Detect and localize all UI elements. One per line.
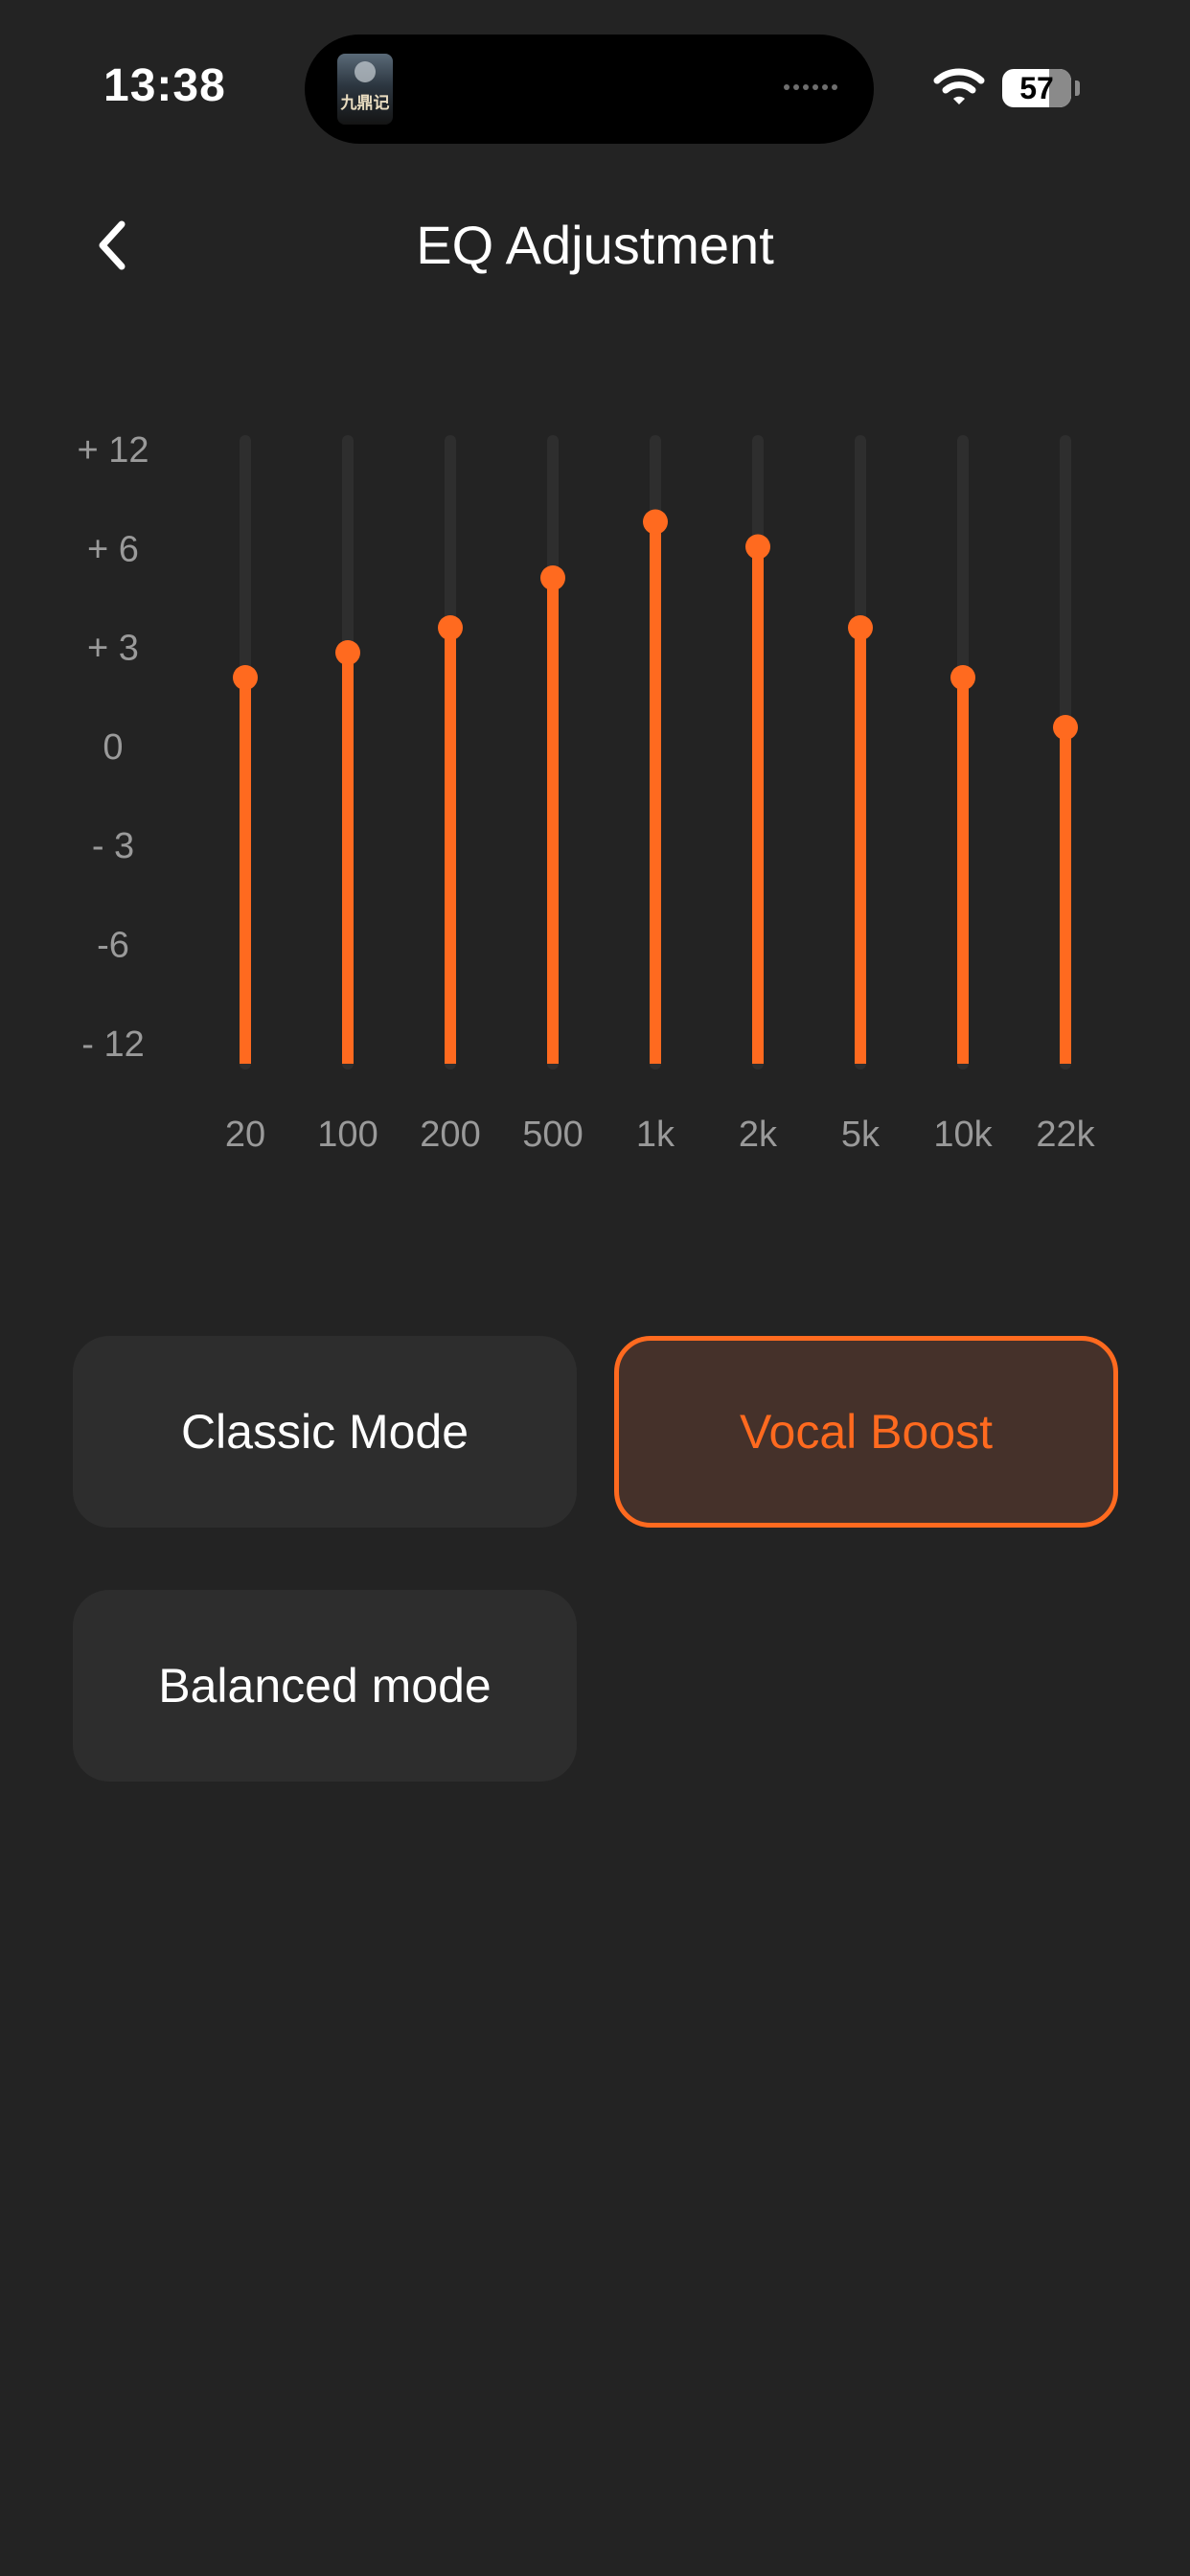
y-tick-label: 0	[103, 727, 123, 768]
y-tick-label: - 3	[92, 826, 134, 866]
y-tick-label: + 6	[87, 529, 139, 569]
eq-slider-knob-20[interactable]	[233, 665, 258, 690]
eq-slider-knob-100[interactable]	[335, 640, 360, 665]
frequency-label: 500	[522, 1115, 583, 1155]
eq-slider-knob-10k[interactable]	[950, 665, 975, 690]
frequency-label: 200	[420, 1115, 480, 1155]
classic-mode-button[interactable]: Classic Mode	[73, 1336, 577, 1528]
frequency-label: 20	[225, 1115, 265, 1155]
frequency-label: 2k	[739, 1115, 778, 1155]
y-tick-label: -6	[97, 926, 129, 966]
balanced-mode-button[interactable]: Balanced mode	[73, 1590, 577, 1782]
vocal-boost-button[interactable]: Vocal Boost	[614, 1336, 1118, 1528]
eq-slider-knob-500[interactable]	[540, 565, 565, 590]
y-tick-label: - 12	[81, 1024, 144, 1065]
eq-slider-knob-1k[interactable]	[643, 509, 668, 535]
frequency-label: 100	[317, 1115, 378, 1155]
frequency-label: 5k	[841, 1115, 881, 1155]
eq-slider-knob-22k[interactable]	[1053, 715, 1078, 740]
eq-slider-knob-2k[interactable]	[745, 534, 770, 560]
y-tick-label: + 12	[77, 430, 149, 471]
frequency-label: 1k	[636, 1115, 675, 1155]
eq-chart: + 12 + 6 + 3 0 - 3 -6 - 12 20 100 200 500 1k 2k 5k 10k…	[77, 430, 1095, 1155]
frequency-label: 22k	[1036, 1115, 1095, 1155]
eq-slider-knob-200[interactable]	[438, 615, 463, 640]
frequency-label: 10k	[933, 1115, 993, 1155]
eq-slider-knob-5k[interactable]	[848, 615, 873, 640]
y-tick-label: + 3	[87, 629, 139, 669]
